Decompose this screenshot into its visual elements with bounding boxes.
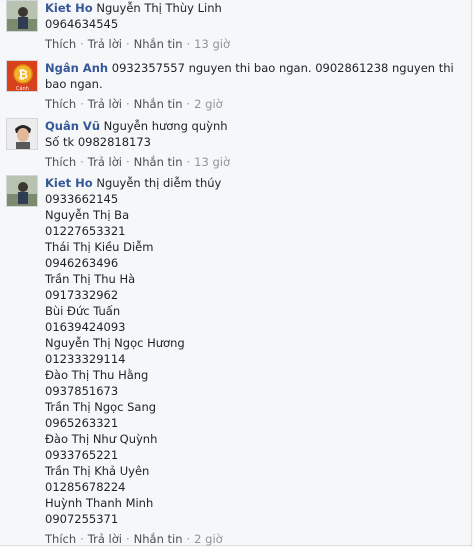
reply-link[interactable]: Trả lời	[88, 97, 122, 111]
like-link[interactable]: Thích	[45, 37, 76, 51]
like-link[interactable]: Thích	[45, 97, 76, 111]
comment-text: Nguyễn Thị Ba	[45, 208, 130, 222]
svg-text:₿: ₿	[18, 68, 28, 82]
separator: ·	[186, 155, 191, 169]
message-link[interactable]: Nhắn tin	[134, 532, 183, 546]
comment-body: Ngân Anh 0932357557 nguyen thi bao ngan.…	[45, 60, 462, 112]
comment-text: Nguyễn thị diễm thúy	[96, 176, 222, 190]
comment-text: 01639424093	[45, 320, 126, 334]
comment-text: Nguyễn hương quỳnh	[103, 119, 228, 133]
comment-actions: Thích · Trả lời · Nhắn tin · 2 giờ	[45, 96, 462, 112]
like-link[interactable]: Thích	[45, 532, 76, 546]
separator: ·	[80, 155, 84, 169]
reply-link[interactable]: Trả lời	[88, 37, 122, 51]
comment-text: Nguyễn Thị Ngọc Hương	[45, 336, 185, 350]
comment-text: 0946263496	[45, 256, 119, 270]
comment-text: 0907255371	[45, 512, 119, 526]
commenter-avatar[interactable]: ₿ Cảnh	[6, 60, 38, 92]
comment-actions: Thích · Trả lời · Nhắn tin · 13 giờ	[45, 154, 462, 170]
comment-text: Số tk 0982818173	[45, 135, 151, 149]
comment-text: 01227653321	[45, 224, 126, 238]
comment-author-link[interactable]: Quân Vũ	[45, 119, 100, 133]
comment-timestamp[interactable]: 13 giờ	[194, 37, 230, 51]
comment-text: 0964634545	[45, 17, 119, 31]
separator: ·	[186, 532, 191, 546]
comment-text: 0933765221	[45, 448, 119, 462]
comment-text: Bùi Đức Tuấn	[45, 304, 121, 318]
commenter-avatar[interactable]	[6, 118, 38, 150]
comment-text: 0937851673	[45, 384, 119, 398]
separator: ·	[80, 37, 84, 51]
separator: ·	[125, 97, 130, 111]
commenter-avatar[interactable]	[6, 0, 38, 32]
separator: ·	[125, 37, 130, 51]
comment-text: 0965263321	[45, 416, 119, 430]
comment-author-link[interactable]: Ngân Anh	[45, 61, 108, 75]
comment-text: Đào Thị Thu Hằng	[45, 368, 149, 382]
separator: ·	[186, 97, 191, 111]
comment-text: Huỳnh Thanh Minh	[45, 496, 154, 510]
comment-text: Đào Thị Như Quỳnh	[45, 432, 158, 446]
comment-actions: Thích · Trả lời · Nhắn tin · 13 giờ	[45, 36, 462, 52]
comment-timestamp[interactable]: 2 giờ	[194, 97, 223, 111]
comment-text: 01285678224	[45, 480, 126, 494]
separator: ·	[125, 155, 130, 169]
commenter-avatar[interactable]	[6, 175, 38, 207]
separator: ·	[186, 37, 191, 51]
comment-timestamp[interactable]: 13 giờ	[194, 155, 230, 169]
reply-link[interactable]: Trả lời	[88, 532, 122, 546]
bitcoin-icon: ₿ Cảnh	[7, 61, 37, 92]
comment-text: Thái Thị Kiều Diễm	[45, 240, 154, 254]
comment-body: Kiet Ho Nguyễn Thị Thùy Linh 0964634545 …	[45, 0, 462, 52]
reply-link[interactable]: Trả lời	[88, 155, 122, 169]
comment-text: Trần Thị Khả Uyên	[45, 464, 150, 478]
comment-timestamp[interactable]: 2 giờ	[194, 532, 223, 546]
comment-author-link[interactable]: Kiet Ho	[45, 176, 93, 190]
svg-text:Cảnh: Cảnh	[16, 85, 29, 92]
separator: ·	[80, 532, 84, 546]
comment-text: Trần Thị Thu Hà	[45, 272, 136, 286]
message-link[interactable]: Nhắn tin	[134, 37, 183, 51]
comment-text: 01233329114	[45, 352, 126, 366]
comment-body: Quân Vũ Nguyễn hương quỳnh Số tk 0982818…	[45, 118, 462, 170]
comment-text: Trần Thị Ngọc Sang	[45, 400, 157, 414]
comment-text: Nguyễn Thị Thùy Linh	[96, 1, 222, 15]
separator: ·	[80, 97, 84, 111]
comment-body: Kiet Ho Nguyễn thị diễm thúy 0933662145 …	[45, 175, 462, 547]
comment-thread: Kiet Ho Nguyễn Thị Thùy Linh 0964634545 …	[0, 0, 472, 546]
comment-actions: Thích · Trả lời · Nhắn tin · 2 giờ	[45, 531, 462, 547]
message-link[interactable]: Nhắn tin	[134, 97, 183, 111]
comment-text: 0933662145	[45, 192, 119, 206]
separator: ·	[125, 532, 130, 546]
comment-author-link[interactable]: Kiet Ho	[45, 1, 93, 15]
like-link[interactable]: Thích	[45, 155, 76, 169]
comment-text: 0917332962	[45, 288, 119, 302]
message-link[interactable]: Nhắn tin	[134, 155, 183, 169]
